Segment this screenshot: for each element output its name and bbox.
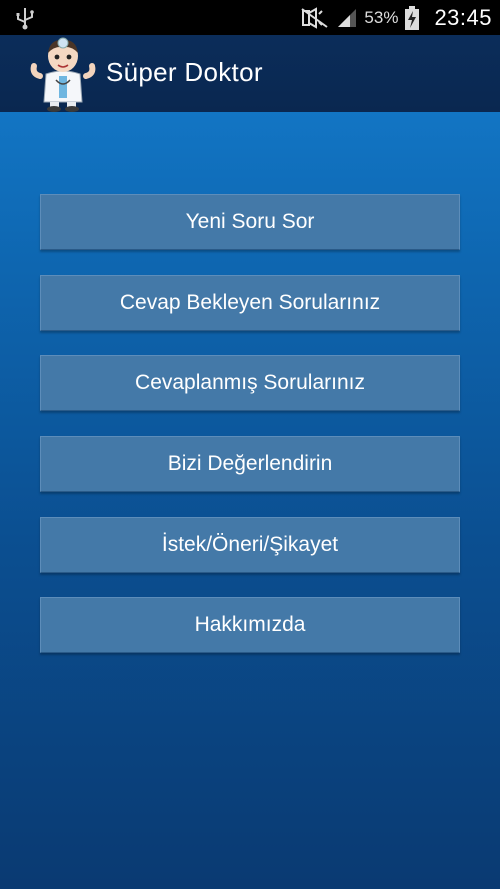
signal-icon xyxy=(338,8,357,27)
clock: 23:45 xyxy=(434,4,492,30)
new-question-button[interactable]: Yeni Soru Sor xyxy=(40,194,460,250)
action-bar: Süper Doktor xyxy=(0,35,500,113)
status-bar: 53% 23:45 xyxy=(0,0,500,35)
feedback-button[interactable]: İstek/Öneri/Şikayet xyxy=(40,517,460,573)
about-button[interactable]: Hakkımızda xyxy=(40,597,460,653)
battery-charging-icon xyxy=(405,5,420,30)
rate-us-button[interactable]: Bizi Değerlendirin xyxy=(40,436,460,492)
answered-questions-button[interactable]: Cevaplanmış Sorularınız xyxy=(40,355,460,411)
usb-icon xyxy=(16,8,34,30)
mute-icon xyxy=(301,6,328,29)
battery-percent: 53% xyxy=(364,7,399,27)
app-title: Süper Doktor xyxy=(106,57,263,87)
pending-questions-button[interactable]: Cevap Bekleyen Sorularınız xyxy=(40,275,460,331)
doctor-mascot-icon[interactable] xyxy=(28,36,98,112)
